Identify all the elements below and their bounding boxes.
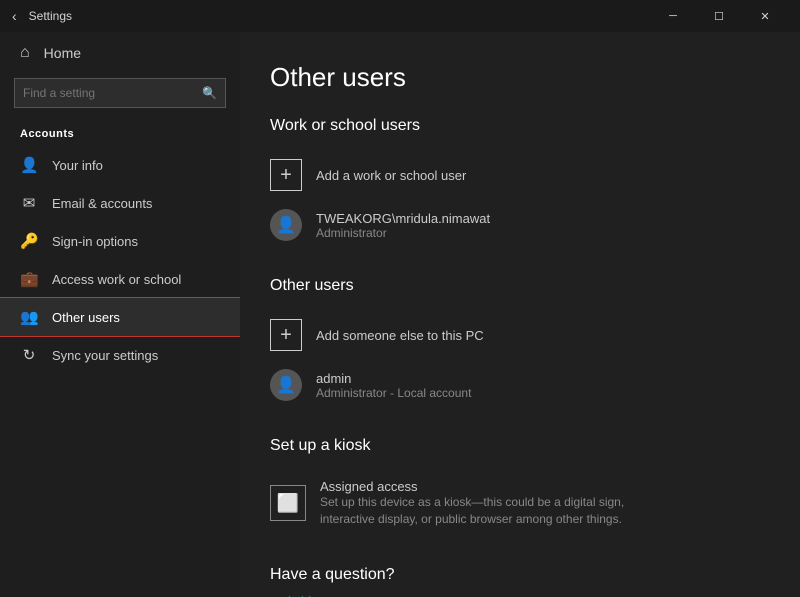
kiosk-section-title: Set up a kiosk — [270, 437, 760, 455]
work-school-title: Work or school users — [270, 117, 760, 135]
work-user-name: TWEAKORG\mridula.nimawat — [316, 211, 490, 226]
work-school-section: Work or school users + Add a work or sch… — [270, 117, 760, 249]
add-work-school-label: Add a work or school user — [316, 168, 466, 183]
sidebar-item-label: Other users — [52, 310, 120, 325]
sidebar: ⌂ Home 🔍 Accounts 👤 Your info ✉ Email & … — [0, 32, 240, 597]
other-users-icon: 👥 — [20, 308, 38, 326]
other-user-avatar: 👤 — [270, 369, 302, 401]
other-users-title: Other users — [270, 277, 760, 295]
titlebar: ‹ Settings ─ ☐ ✕ — [0, 0, 800, 32]
sidebar-item-label: Sign-in options — [52, 234, 138, 249]
close-button[interactable]: ✕ — [742, 0, 788, 32]
sidebar-item-label: Email & accounts — [52, 196, 152, 211]
faq-section: Have a question? Switching users Setting… — [270, 566, 760, 597]
search-icon: 🔍 — [202, 86, 217, 100]
access-work-icon: 💼 — [20, 270, 38, 288]
kiosk-section: Set up a kiosk ⬜ Assigned access Set up … — [270, 437, 760, 538]
add-someone-label: Add someone else to this PC — [316, 328, 484, 343]
other-users-section: Other users + Add someone else to this P… — [270, 277, 760, 409]
search-box[interactable]: 🔍 — [14, 78, 226, 108]
sidebar-item-sync-settings[interactable]: ↻ Sync your settings — [0, 336, 240, 374]
sidebar-item-other-users[interactable]: 👥 Other users — [0, 298, 240, 336]
sidebar-item-label: Your info — [52, 158, 103, 173]
app-container: ⌂ Home 🔍 Accounts 👤 Your info ✉ Email & … — [0, 32, 800, 597]
kiosk-icon: ⬜ — [270, 485, 306, 521]
back-button[interactable]: ‹ — [12, 8, 17, 24]
other-user-role: Administrator - Local account — [316, 386, 471, 400]
sync-icon: ↻ — [20, 346, 38, 364]
add-work-plus-icon: + — [270, 159, 302, 191]
sidebar-item-sign-in[interactable]: 🔑 Sign-in options — [0, 222, 240, 260]
add-someone-plus-icon: + — [270, 319, 302, 351]
your-info-icon: 👤 — [20, 156, 38, 174]
sidebar-item-label: Sync your settings — [52, 348, 158, 363]
add-work-school-button[interactable]: + Add a work or school user — [270, 149, 760, 201]
add-someone-button[interactable]: + Add someone else to this PC — [270, 309, 760, 361]
kiosk-desc: Set up this device as a kiosk—this could… — [320, 494, 640, 528]
app-title: Settings — [29, 9, 650, 23]
page-title: Other users — [270, 62, 760, 93]
sidebar-item-label: Access work or school — [52, 272, 181, 287]
other-user-info: admin Administrator - Local account — [316, 371, 471, 400]
maximize-button[interactable]: ☐ — [696, 0, 742, 32]
content-area: Other users Work or school users + Add a… — [240, 32, 800, 597]
work-user-info: TWEAKORG\mridula.nimawat Administrator — [316, 211, 490, 240]
other-user-item: 👤 admin Administrator - Local account — [270, 361, 760, 409]
sign-in-icon: 🔑 — [20, 232, 38, 250]
work-user-role: Administrator — [316, 226, 490, 240]
window-controls: ─ ☐ ✕ — [650, 0, 788, 32]
work-user-item: 👤 TWEAKORG\mridula.nimawat Administrator — [270, 201, 760, 249]
home-icon: ⌂ — [20, 44, 30, 62]
sidebar-item-home[interactable]: ⌂ Home — [0, 32, 240, 74]
home-label: Home — [44, 45, 81, 61]
kiosk-action-item[interactable]: ⬜ Assigned access Set up this device as … — [270, 469, 760, 538]
search-input[interactable] — [23, 86, 202, 100]
kiosk-text-block: Assigned access Set up this device as a … — [320, 479, 640, 528]
sidebar-item-your-info[interactable]: 👤 Your info — [0, 146, 240, 184]
sidebar-item-access-work[interactable]: 💼 Access work or school — [0, 260, 240, 298]
email-icon: ✉ — [20, 194, 38, 212]
sidebar-section-title: Accounts — [0, 120, 240, 146]
other-user-name: admin — [316, 371, 471, 386]
kiosk-title: Assigned access — [320, 479, 640, 494]
faq-title: Have a question? — [270, 566, 760, 584]
minimize-button[interactable]: ─ — [650, 0, 696, 32]
sidebar-item-email-accounts[interactable]: ✉ Email & accounts — [0, 184, 240, 222]
faq-link-0[interactable]: Switching users — [270, 594, 760, 597]
work-user-avatar: 👤 — [270, 209, 302, 241]
